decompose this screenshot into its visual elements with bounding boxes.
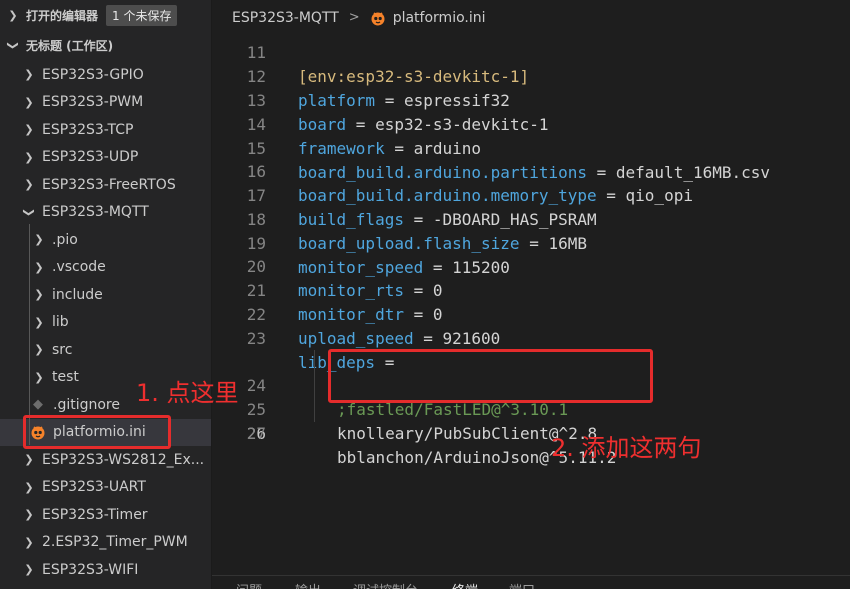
breadcrumb-separator: > — [348, 10, 360, 25]
chevron-right-icon: ❯ — [34, 343, 44, 357]
code-line: 21 monitor_dtr = 0 — [212, 255, 850, 324]
breadcrumb-folder[interactable]: ESP32S3-MQTT — [232, 10, 339, 26]
chevron-right-icon: ❯ — [24, 453, 34, 467]
folder-label: src — [52, 341, 73, 358]
bottom-panel: 问题 输出 调试控制台 终端 端口 — [212, 575, 850, 589]
annotation-step2: 2. 添加这两句 — [551, 434, 702, 462]
folder-label: ESP32S3-Timer — [42, 506, 148, 523]
tree-subfolder[interactable]: ❯ include — [0, 281, 211, 309]
platformio-icon — [30, 424, 46, 440]
code-line: 19 monitor_speed = 115200 — [212, 208, 850, 277]
folder-label: .pio — [52, 231, 78, 248]
chevron-right-icon: ❯ — [24, 95, 34, 109]
tree-folder[interactable]: ❯ ESP32S3-UART — [0, 474, 211, 502]
chevron-right-icon: ❯ — [24, 480, 34, 494]
tab-ports[interactable]: 端口 — [509, 580, 535, 589]
unsaved-badge: 1 个未保存 — [106, 4, 178, 26]
tree-folder[interactable]: ❯ ESP32S3-GPIO — [0, 61, 211, 89]
file-label: .gitignore — [53, 396, 120, 413]
folder-label: ESP32S3-WIFI — [42, 561, 139, 578]
explorer-sidebar: ❯ 打开的编辑器 1 个未保存 ❯ 无标题 (工作区) ❯ ESP32S3-GP… — [0, 0, 212, 589]
breadcrumb-file[interactable]: platformio.ini — [393, 10, 486, 26]
tree-subfolder[interactable]: ❯ .vscode — [0, 254, 211, 282]
folder-label: ESP32S3-PWM — [42, 94, 144, 111]
code-line: 14 framework = arduino — [212, 89, 850, 158]
workspace-label: 无标题 (工作区) — [26, 39, 114, 53]
tree-subfolder[interactable]: ❯ src — [0, 336, 211, 364]
chevron-right-icon: ❯ — [34, 288, 44, 302]
folder-label: include — [52, 286, 103, 303]
chevron-right-icon: ❯ — [24, 508, 34, 522]
breadcrumb: ESP32S3-MQTT > platformio.ini — [212, 0, 850, 35]
folder-label: .vscode — [52, 259, 106, 276]
tree-folder[interactable]: ❯ ESP32S3-PWM — [0, 89, 211, 117]
tree-indent-guide — [29, 224, 30, 445]
tree-folder[interactable]: ❯ ESP32S3-WS2812_Ex... — [0, 446, 211, 474]
annotation-step1: 1. 点这里 — [136, 379, 239, 407]
code-line: 27 — [212, 398, 850, 443]
git-diamond-icon: ◆ — [33, 397, 43, 413]
code-line: 13 board = esp32-s3-devkitc-1 — [212, 65, 850, 134]
line-number: 27 — [246, 424, 266, 443]
code-line: 23 lib_deps = — [212, 303, 850, 372]
folder-label: 2.ESP32_Timer_PWM — [42, 534, 188, 551]
tree-subfolder[interactable]: ❯ lib — [0, 309, 211, 337]
folder-label: lib — [52, 314, 69, 331]
chevron-right-icon: ❯ — [24, 535, 34, 549]
workspace-header[interactable]: ❯ 无标题 (工作区) — [0, 30, 211, 61]
tab-debug-console[interactable]: 调试控制台 — [353, 580, 418, 589]
tree-folder[interactable]: ❯ 2.ESP32_Timer_PWM — [0, 529, 211, 557]
chevron-down-icon: ❯ — [22, 207, 36, 217]
folder-label: ESP32S3-TCP — [42, 121, 134, 138]
file-label: platformio.ini — [53, 424, 146, 441]
folder-label: ESP32S3-MQTT — [42, 204, 149, 221]
folder-label: ESP32S3-WS2812_Ex... — [42, 451, 205, 468]
chevron-down-icon: ❯ — [6, 40, 20, 51]
platformio-icon — [370, 10, 386, 26]
code-line: 12 platform = espressif32 — [212, 41, 850, 110]
folder-label: ESP32S3-FreeRTOS — [42, 176, 176, 193]
chevron-right-icon: ❯ — [24, 150, 34, 164]
code-line: 16 board_build.arduino.memory_type = qio… — [212, 136, 850, 205]
tree-folder[interactable]: ❯ ESP32S3-FreeRTOS — [0, 171, 211, 199]
chevron-right-icon: ❯ — [34, 315, 44, 329]
code-line: 15 board_build.arduino.partitions = defa… — [212, 113, 850, 182]
code-line: 25 knolleary/PubSubClient@^2.8 — [212, 350, 850, 443]
folder-label: ESP32S3-UART — [42, 479, 146, 496]
code-editor[interactable]: 11 [env:esp32-s3-devkitc-1] 12 platform … — [212, 0, 850, 578]
code-line: 22 upload_speed = 921600 — [212, 279, 850, 348]
chevron-right-icon: ❯ — [24, 178, 34, 192]
chevron-right-icon: ❯ — [24, 123, 34, 137]
tab-output[interactable]: 输出 — [295, 580, 321, 589]
folder-label: test — [52, 369, 79, 386]
chevron-right-icon: ❯ — [24, 563, 34, 577]
tab-terminal[interactable]: 终端 — [452, 580, 478, 589]
code-line: 24 ;fastled/FastLED@^3.10.1 — [212, 326, 850, 419]
code-line: 17 build_flags = -DBOARD_HAS_PSRAM — [212, 160, 850, 229]
tree-folder[interactable]: ❯ ESP32S3-WIFI — [0, 556, 211, 584]
code-line-active: 26 bblanchon/ArduinoJson@^5.11.2 — [212, 374, 850, 467]
tree-folder-mqtt[interactable]: ❯ ESP32S3-MQTT — [0, 199, 211, 227]
tree-subfolder[interactable]: ❯ .pio — [0, 226, 211, 254]
tree-folder[interactable]: ❯ ESP32S3-UDP — [0, 144, 211, 172]
tree-folder[interactable]: ❯ ESP32S3-Timer — [0, 501, 211, 529]
code-line: 18 board_upload.flash_size = 16MB — [212, 184, 850, 253]
tree-folder[interactable]: ❯ ESP32S3-TCP — [0, 116, 211, 144]
chevron-right-icon: ❯ — [34, 260, 44, 274]
chevron-right-icon: ❯ — [34, 370, 44, 384]
folder-label: ESP32S3-UDP — [42, 149, 139, 166]
code-line: 20 monitor_rts = 0 — [212, 231, 850, 300]
open-editors-label: 打开的编辑器 — [26, 8, 99, 23]
folder-label: ESP32S3-GPIO — [42, 66, 144, 83]
tab-problems[interactable]: 问题 — [236, 580, 262, 589]
open-editors-header[interactable]: ❯ 打开的编辑器 1 个未保存 — [0, 0, 211, 30]
chevron-right-icon: ❯ — [8, 8, 18, 22]
tree-file-platformio[interactable]: platformio.ini — [0, 418, 211, 446]
chevron-right-icon: ❯ — [24, 68, 34, 82]
chevron-right-icon: ❯ — [34, 233, 44, 247]
